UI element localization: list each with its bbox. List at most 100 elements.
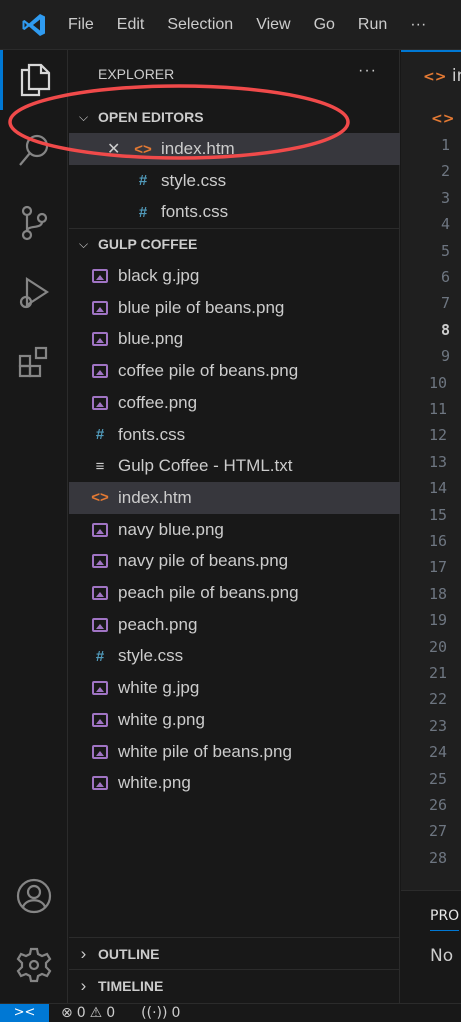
file-item[interactable]: <> index.htm	[69, 481, 400, 514]
file-name: blue pile of beans.png	[118, 297, 285, 317]
image-file-icon	[92, 364, 108, 379]
html-file-icon: <>	[431, 111, 455, 127]
file-name: white.png	[118, 773, 191, 793]
file-name: navy blue.png	[118, 519, 224, 539]
line-number: 23	[429, 716, 448, 735]
outline-section[interactable]: › OUTLINE	[69, 938, 400, 970]
settings-gear-icon[interactable]	[0, 935, 68, 995]
image-file-icon	[92, 395, 108, 410]
title-bar: File Edit Selection View Go Run ···	[0, 0, 461, 50]
line-number: 6	[441, 268, 451, 286]
image-file-icon	[92, 681, 108, 696]
file-item[interactable]: coffee.png	[69, 387, 400, 419]
line-number: 28	[429, 848, 448, 867]
file-item[interactable]: ≡ Gulp Coffee - HTML.txt	[69, 450, 400, 482]
line-number: 22	[429, 690, 448, 709]
text-file-icon: ≡	[95, 457, 105, 475]
file-item[interactable]: peach.png	[69, 609, 400, 641]
timeline-section[interactable]: › TIMELINE	[69, 970, 400, 1002]
file-name: blue.png	[118, 329, 184, 349]
line-number: 25	[429, 769, 448, 788]
run-debug-icon[interactable]	[0, 263, 68, 323]
file-item[interactable]: black g.jpg	[69, 260, 400, 292]
activity-bar	[0, 50, 68, 1003]
open-editor-item[interactable]: # style.css	[69, 165, 400, 197]
menu-item[interactable]: Run	[358, 16, 387, 34]
line-number: 9	[441, 347, 451, 366]
open-editor-item[interactable]: # fonts.css	[69, 196, 400, 228]
line-number: 10	[429, 373, 448, 392]
extensions-icon[interactable]	[0, 332, 68, 392]
file-item[interactable]: blue.png	[69, 323, 400, 355]
bottom-panel: PRO No	[401, 890, 461, 1003]
line-number: 21	[429, 664, 448, 682]
breadcrumb[interactable]: <> i	[431, 108, 461, 128]
file-item[interactable]: # fonts.css	[69, 419, 400, 451]
source-control-icon[interactable]	[0, 193, 68, 253]
file-name: style.css	[161, 170, 227, 190]
problems-status[interactable]: ⊗ 0 ⚠ 0	[61, 1005, 115, 1021]
line-number: 5	[441, 241, 451, 260]
line-number: 2	[441, 162, 451, 181]
menu-item[interactable]: Go	[314, 16, 335, 34]
editor-area[interactable]: <> in <> i 12345678910111213141516171819…	[401, 50, 461, 890]
image-file-icon	[92, 332, 108, 347]
account-icon[interactable]	[0, 866, 68, 926]
line-number: 4	[441, 215, 451, 234]
file-name: black g.jpg	[118, 266, 200, 285]
ports-status[interactable]: ((·)) 0	[141, 1005, 180, 1021]
file-item[interactable]: navy blue.png	[69, 514, 400, 546]
line-number: 3	[441, 188, 451, 207]
broadcast-icon: ((·))	[141, 1004, 168, 1021]
file-item[interactable]: white pile of beans.png	[69, 736, 400, 768]
file-item[interactable]: peach pile of beans.png	[69, 577, 400, 609]
menu-item[interactable]: View	[256, 16, 290, 34]
file-name: Gulp Coffee - HTML.txt	[118, 456, 293, 476]
menu-item[interactable]: File	[68, 16, 94, 34]
explorer-title: EXPLORER	[98, 66, 175, 82]
image-file-icon	[92, 712, 108, 727]
file-name: white g.png	[118, 709, 205, 729]
folder-header[interactable]: ⌵ GULP COFFEE	[69, 228, 400, 260]
image-file-icon	[92, 744, 108, 759]
open-editors-header[interactable]: ⌵ OPEN EDITORS	[69, 101, 400, 133]
problems-tab[interactable]: PRO	[430, 908, 460, 931]
line-number: 1	[441, 136, 451, 154]
file-item[interactable]: white g.jpg	[69, 672, 400, 704]
close-icon[interactable]: ✕	[107, 139, 120, 159]
menu-item[interactable]: ···	[410, 16, 426, 34]
file-item[interactable]: navy pile of beans.png	[69, 545, 400, 577]
image-file-icon	[92, 554, 108, 569]
panel-message: No	[430, 946, 454, 966]
editor-tab[interactable]: <> in	[423, 66, 461, 86]
line-number: 19	[429, 611, 448, 630]
file-name: index.htm	[118, 487, 192, 507]
file-item[interactable]: coffee pile of beans.png	[69, 355, 400, 387]
open-editor-item[interactable]: ✕ <> index.htm	[69, 133, 400, 165]
line-number: 16	[429, 532, 448, 550]
chevron-right-icon: ›	[80, 944, 87, 963]
search-icon[interactable]	[0, 120, 68, 180]
status-bar: >< ⊗ 0 ⚠ 0 ((·)) 0	[0, 1003, 461, 1022]
open-editors-label: OPEN EDITORS	[98, 109, 204, 125]
line-number: 12	[429, 426, 448, 445]
vscode-logo-icon	[0, 12, 68, 38]
html-file-icon: <>	[423, 69, 447, 85]
file-item[interactable]: # style.css	[69, 640, 400, 672]
html-file-icon: <>	[134, 140, 152, 158]
line-number: 7	[441, 294, 451, 313]
line-number: 18	[429, 584, 448, 603]
menu-item[interactable]: Edit	[117, 16, 145, 34]
more-actions-button[interactable]: ···	[358, 62, 377, 80]
file-item[interactable]: white.png	[69, 767, 400, 799]
chevron-right-icon: ›	[80, 976, 87, 995]
css-file-icon: #	[138, 172, 148, 189]
remote-indicator-icon[interactable]: ><	[0, 1003, 49, 1022]
file-item[interactable]: blue pile of beans.png	[69, 292, 400, 324]
file-name: white g.jpg	[118, 678, 200, 698]
file-item[interactable]: white g.png	[69, 704, 400, 736]
menu-item[interactable]: Selection	[167, 16, 233, 34]
file-name: coffee.png	[118, 392, 198, 412]
line-number: 11	[429, 400, 448, 418]
explorer-icon[interactable]	[0, 50, 68, 110]
